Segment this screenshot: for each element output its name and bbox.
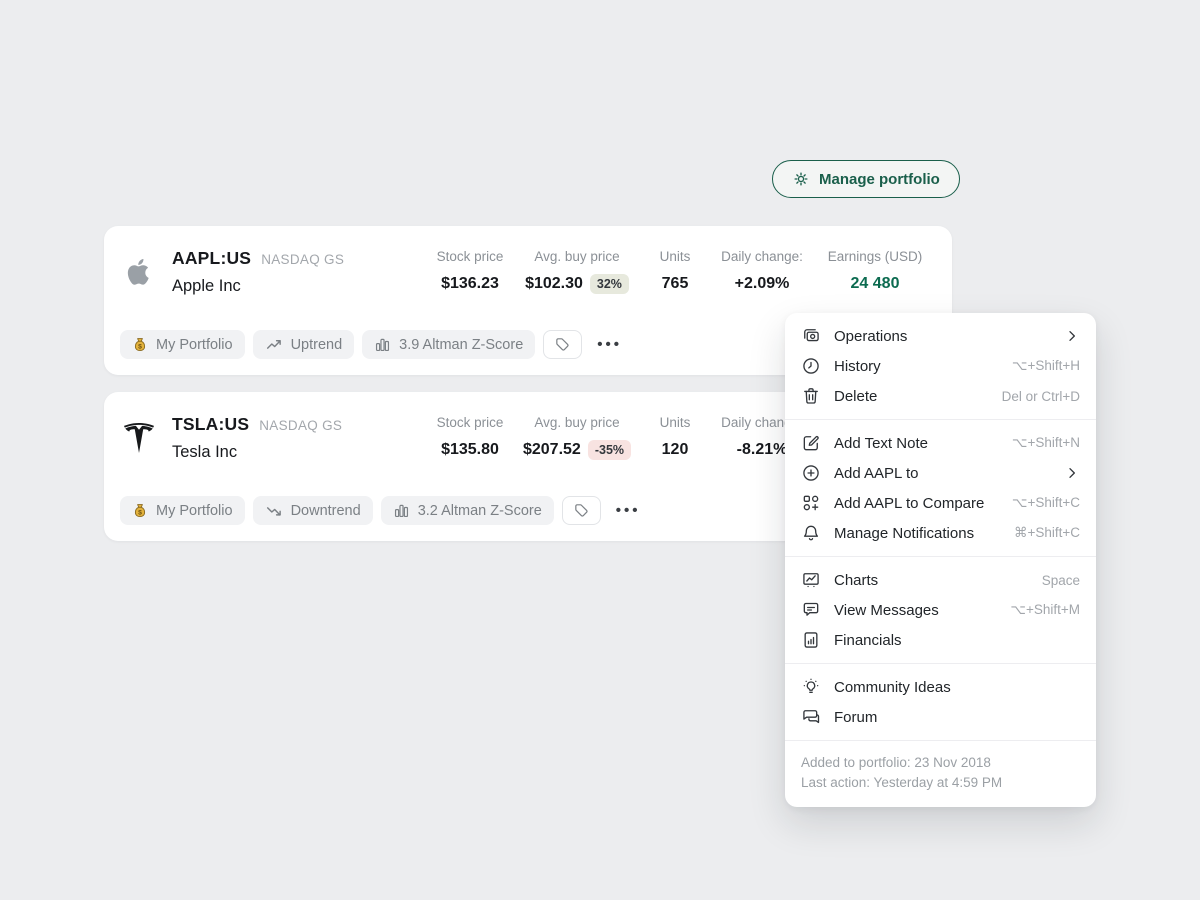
shortcut-label: ⌥+Shift+C [1012, 495, 1080, 511]
menu-item-add-aapl-to[interactable]: Add AAPL to [785, 458, 1096, 488]
trash-icon [801, 386, 821, 406]
menu-section-community: Community Ideas Forum [785, 664, 1096, 741]
stat-avg-buy-price: Avg. buy price $207.52 -35% [523, 415, 631, 460]
svg-text:$: $ [138, 343, 142, 350]
menu-item-financials[interactable]: Financials [785, 625, 1096, 655]
menu-section-add: Add Text Note ⌥+Shift+N Add AAPL to [785, 420, 1096, 557]
chip-my-portfolio[interactable]: $ My Portfolio [120, 496, 245, 525]
shortcut-label: ⌥+Shift+H [1012, 358, 1080, 374]
bell-icon [801, 523, 821, 543]
tesla-logo [121, 414, 157, 462]
stat-daily-change: Daily change: +2.09% [721, 249, 803, 294]
loss-badge: -35% [588, 440, 631, 460]
stat-stock-price: Stock price $135.80 [437, 415, 504, 460]
gain-badge: 32% [590, 274, 629, 294]
chip-altman-z-score[interactable]: 3.2 Altman Z-Score [381, 496, 554, 525]
chip-label: 3.2 Altman Z-Score [418, 503, 542, 519]
stat-units: Units 765 [660, 249, 691, 294]
gear-icon [792, 170, 810, 188]
clock-icon [801, 356, 821, 376]
forum-icon [801, 707, 821, 727]
portfolio-page: Manage portfolio AAPL:US NASDAQ GS Apple… [0, 0, 1200, 900]
add-tag-button[interactable] [562, 496, 601, 525]
exchange-label: NASDAQ GS [261, 252, 344, 267]
menu-item-forum[interactable]: Forum [785, 702, 1096, 732]
trending-down-icon [265, 502, 283, 520]
menu-item-charts[interactable]: Charts Space [785, 565, 1096, 595]
trending-up-icon [265, 336, 283, 354]
chip-label: 3.9 Altman Z-Score [399, 337, 523, 353]
menu-item-history[interactable]: History ⌥+Shift+H [785, 351, 1096, 381]
shortcut-label: Del or Ctrl+D [1002, 389, 1080, 404]
exchange-label: NASDAQ GS [259, 418, 342, 433]
more-options-button[interactable]: ••• [616, 496, 641, 525]
added-to-portfolio-text: Added to portfolio: 23 Nov 2018 [801, 753, 1080, 773]
lightbulb-icon [801, 677, 821, 697]
shortcut-label: Space [1042, 573, 1080, 588]
chip-trend-uptrend[interactable]: Uptrend [253, 330, 355, 359]
stat-units: Units 120 [660, 415, 691, 460]
svg-text:$: $ [138, 509, 142, 516]
chip-label: Uptrend [291, 337, 343, 353]
company-name: Apple Inc [172, 277, 344, 296]
menu-section-manage: Operations History ⌥+Shift+H [785, 313, 1096, 420]
menu-item-add-aapl-to-compare[interactable]: Add AAPL to Compare ⌥+Shift+C [785, 488, 1096, 518]
chevron-right-icon [1064, 465, 1080, 481]
menu-item-manage-notifications[interactable]: Manage Notifications ⌘+Shift+C [785, 518, 1096, 548]
menu-item-delete[interactable]: Delete Del or Ctrl+D [785, 381, 1096, 411]
plus-circle-icon [801, 463, 821, 483]
money-bag-icon: $ [132, 337, 148, 353]
ticker-symbol: AAPL:US [172, 248, 251, 269]
stat-earnings: Earnings (USD) 24 480 [828, 249, 923, 294]
message-icon [801, 600, 821, 620]
financials-icon [801, 630, 821, 650]
ticker-symbol: TSLA:US [172, 414, 249, 435]
manage-portfolio-label: Manage portfolio [819, 171, 940, 188]
shortcut-label: ⌥+Shift+M [1010, 602, 1080, 618]
stat-stock-price: Stock price $136.23 [437, 249, 504, 294]
edit-note-icon [801, 433, 821, 453]
tag-icon [554, 336, 571, 353]
menu-item-operations[interactable]: Operations [785, 321, 1096, 351]
context-menu: Operations History ⌥+Shift+H [785, 313, 1096, 807]
chip-label: My Portfolio [156, 337, 233, 353]
menu-item-add-text-note[interactable]: Add Text Note ⌥+Shift+N [785, 428, 1096, 458]
compare-icon [801, 493, 821, 513]
stat-avg-buy-price: Avg. buy price $102.30 32% [525, 249, 629, 294]
shortcut-label: ⌥+Shift+N [1012, 435, 1080, 451]
chip-trend-downtrend[interactable]: Downtrend [253, 496, 373, 525]
chip-label: Downtrend [291, 503, 361, 519]
menu-section-views: Charts Space View Messages ⌥+Shift+M [785, 557, 1096, 664]
chevron-right-icon [1064, 328, 1080, 344]
last-action-text: Last action: Yesterday at 4:59 PM [801, 773, 1080, 793]
bar-chart-icon [374, 336, 391, 353]
menu-item-community-ideas[interactable]: Community Ideas [785, 672, 1096, 702]
money-bag-icon: $ [132, 503, 148, 519]
shortcut-label: ⌘+Shift+C [1014, 525, 1080, 541]
add-tag-button[interactable] [543, 330, 582, 359]
company-name: Tesla Inc [172, 443, 342, 462]
apple-logo [121, 248, 157, 296]
cash-icon [801, 326, 821, 346]
menu-item-view-messages[interactable]: View Messages ⌥+Shift+M [785, 595, 1096, 625]
chip-label: My Portfolio [156, 503, 233, 519]
manage-portfolio-button[interactable]: Manage portfolio [772, 160, 960, 198]
menu-footer: Added to portfolio: 23 Nov 2018 Last act… [785, 741, 1096, 807]
chip-my-portfolio[interactable]: $ My Portfolio [120, 330, 245, 359]
chart-board-icon [801, 570, 821, 590]
chip-altman-z-score[interactable]: 3.9 Altman Z-Score [362, 330, 535, 359]
more-options-button[interactable]: ••• [597, 330, 622, 359]
tag-icon [573, 502, 590, 519]
bar-chart-icon [393, 502, 410, 519]
